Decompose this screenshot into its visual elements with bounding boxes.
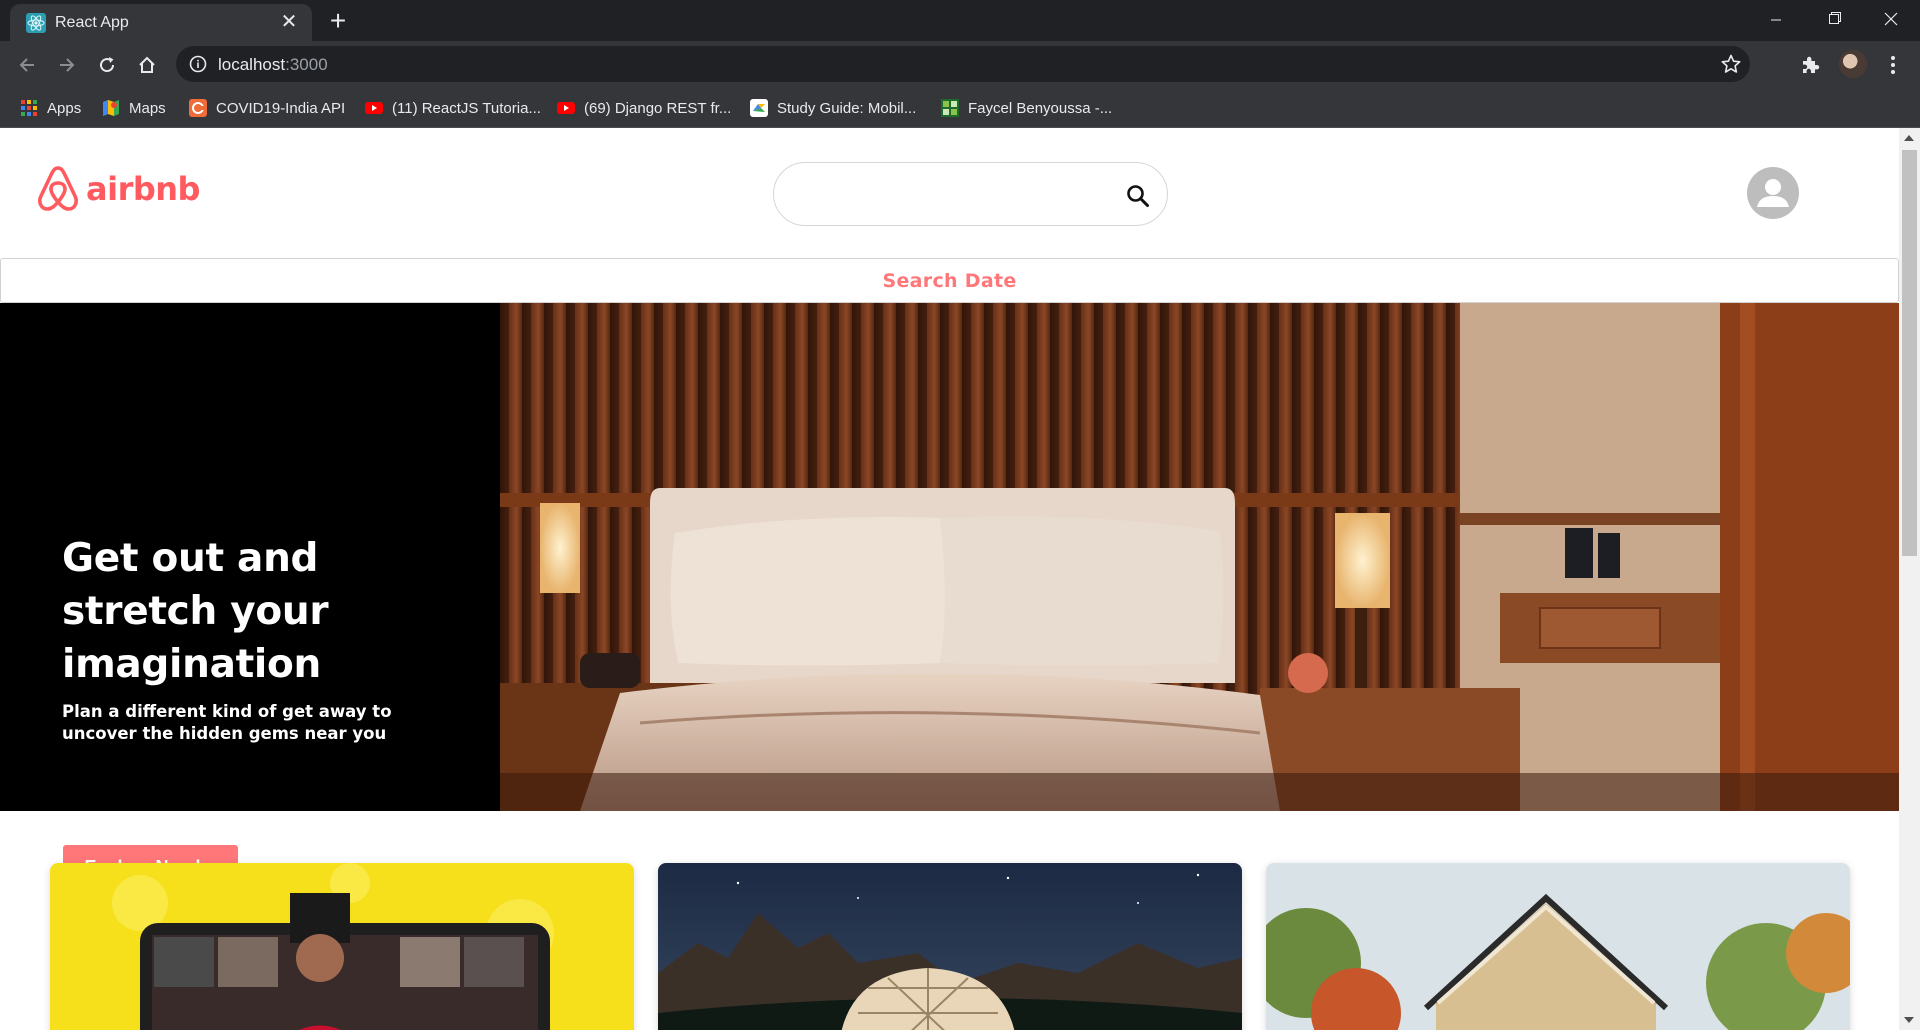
category-cards (0, 863, 1899, 1030)
bookmark-covid19-api[interactable]: COVID19-India API (189, 95, 345, 121)
entire-homes-image (1266, 863, 1850, 1030)
window-close-button[interactable] (1862, 0, 1920, 41)
banner-title: Get out and stretch your imagination (62, 536, 329, 687)
scroll-down-arrow-icon[interactable] (1904, 1017, 1914, 1023)
address-bar[interactable]: localhost:3000 (176, 46, 1750, 82)
airbnb-belo-icon (38, 166, 78, 211)
bookmark-label: COVID19-India API (216, 99, 346, 117)
search-icon[interactable] (1125, 183, 1151, 209)
user-avatar[interactable] (1747, 167, 1799, 219)
search-bar[interactable] (773, 162, 1168, 226)
home-icon (139, 56, 155, 73)
user-icon (1757, 179, 1789, 207)
browser-tab[interactable]: React App ✕ (10, 4, 312, 41)
home-button[interactable] (130, 48, 164, 82)
bookmark-label: Apps (47, 99, 82, 117)
card-unique-stays[interactable] (658, 863, 1242, 1030)
new-tab-button[interactable]: + (323, 6, 353, 36)
card-online-experiences[interactable] (50, 863, 634, 1030)
restore-icon (1829, 12, 1841, 24)
bookmark-django-rest[interactable]: (69) Django REST fr... (557, 95, 731, 121)
banner-subtitle: Plan a different kind of get away to unc… (62, 702, 392, 743)
bookmark-faycel-benyoussa[interactable]: Faycel Benyoussa -... (941, 95, 1112, 121)
window-restore-button[interactable] (1805, 0, 1863, 41)
tab-close-icon[interactable]: ✕ (278, 11, 300, 33)
url-text: localhost:3000 (218, 55, 328, 75)
youtube-icon (557, 102, 575, 114)
scrollbar-thumb[interactable] (1902, 150, 1917, 556)
bookmark-apps[interactable]: Apps (20, 95, 81, 121)
logo-text: airbnb (86, 170, 200, 208)
page-viewport: airbnb Search Date Get out and stretch y… (0, 128, 1920, 1030)
bookmark-maps[interactable]: Maps (102, 95, 166, 121)
bookmarks-bar: Apps Maps COVID19-India API (11) ReactJS… (0, 88, 1920, 128)
search-date-label: Search Date (882, 269, 1017, 292)
bookmark-label: Maps (129, 99, 166, 117)
search-input[interactable] (796, 175, 1116, 215)
close-icon (1884, 12, 1898, 26)
reload-button[interactable] (90, 48, 124, 82)
online-experiences-image (50, 863, 634, 1030)
kebab-menu-icon[interactable] (1882, 52, 1904, 78)
profile-site-icon (941, 99, 959, 117)
info-icon[interactable] (188, 54, 208, 74)
covid-api-icon (189, 99, 207, 117)
back-button[interactable] (10, 48, 44, 82)
unique-stays-image (658, 863, 1242, 1030)
reload-icon (100, 57, 115, 73)
profile-avatar-button[interactable] (1839, 50, 1867, 78)
browser-toolbar: localhost:3000 (0, 41, 1920, 88)
bookmark-label: (11) ReactJS Tutoria... (392, 99, 541, 117)
bookmark-study-guide[interactable]: Study Guide: Mobil... (750, 95, 916, 121)
site-header: airbnb (0, 128, 1899, 258)
bookmark-star-icon[interactable] (1720, 53, 1742, 75)
url-host: localhost (218, 55, 286, 74)
react-logo-icon (26, 13, 46, 33)
window-minimize-button[interactable] (1747, 0, 1805, 41)
bookmark-label: (69) Django REST fr... (584, 99, 732, 117)
search-date-button[interactable]: Search Date (0, 258, 1899, 303)
hero-banner: Get out and stretch your imagination Pla… (0, 303, 1899, 889)
minimize-icon (1771, 19, 1781, 21)
airbnb-logo[interactable]: airbnb (36, 164, 200, 214)
arrow-left-icon (19, 58, 34, 72)
hotel-bedroom-photo (500, 303, 1899, 811)
maps-icon (103, 100, 119, 116)
youtube-icon (365, 102, 383, 114)
forward-button[interactable] (50, 48, 84, 82)
bookmark-reactjs-tutorial[interactable]: (11) ReactJS Tutoria... (365, 95, 541, 121)
bookmark-label: Faycel Benyoussa -... (968, 99, 1113, 117)
bookmark-label: Study Guide: Mobil... (777, 99, 917, 117)
study-guide-icon (750, 99, 768, 117)
browser-tabstrip: React App ✕ + (0, 0, 1920, 41)
extensions-puzzle-icon[interactable] (1798, 52, 1824, 78)
url-port: :3000 (285, 55, 328, 74)
scroll-up-arrow-icon[interactable] (1904, 135, 1914, 141)
page-scrollbar[interactable] (1899, 128, 1920, 1030)
arrow-right-icon (60, 58, 75, 72)
banner-info: Get out and stretch your imagination Pla… (62, 532, 462, 745)
apps-grid-icon (21, 100, 37, 116)
card-entire-homes[interactable] (1266, 863, 1850, 1030)
tab-title: React App (55, 14, 129, 31)
